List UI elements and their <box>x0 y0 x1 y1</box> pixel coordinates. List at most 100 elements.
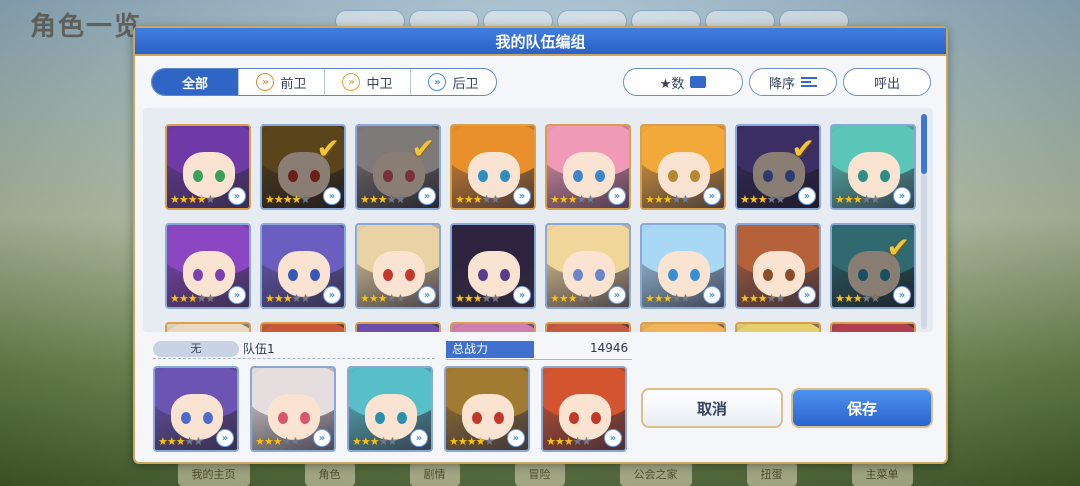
team-member-slot[interactable]: ★★★★★ » <box>541 366 627 452</box>
portrait-eye <box>405 269 415 281</box>
tab-front[interactable]: » 前卫 <box>238 69 324 95</box>
portrait-face <box>559 394 611 440</box>
star-rating: ★★★★★ <box>170 193 215 206</box>
roster-character-card[interactable]: ★★★★★ » <box>735 223 821 309</box>
portrait-hair <box>357 324 439 332</box>
portrait-eye <box>288 170 298 182</box>
portrait-face <box>563 251 615 297</box>
portrait-face <box>563 152 615 198</box>
roster-character-card[interactable]: ★★★★★ » <box>165 223 251 309</box>
roster-character-card[interactable] <box>735 322 821 332</box>
character-roster-grid: ★★★★★» ★★★★★» ✔ ★★★★★» ✔ ★★★★★» ★★★★★» ★★★★★» ★★… <box>165 124 921 332</box>
portrait-eye <box>690 269 700 281</box>
portrait-eye <box>785 170 795 182</box>
roster-character-card[interactable]: ★★★★★ » <box>640 124 726 210</box>
star-rating: ★★★★★ <box>265 193 310 206</box>
portrait-eye <box>690 170 700 182</box>
roster-character-card[interactable]: ★★★★★ » <box>830 124 916 210</box>
roster-character-card[interactable]: ★★★★★ » <box>640 223 726 309</box>
roster-character-card[interactable]: ★★★★★ » <box>450 223 536 309</box>
portrait-face <box>658 251 710 297</box>
tab-back[interactable]: » 后卫 <box>410 69 496 95</box>
divider <box>446 359 632 360</box>
role-icon: » <box>313 429 331 447</box>
team-member-slot[interactable]: ★★★★★ » <box>444 366 530 452</box>
bottom-nav-item-home: 我的主页 <box>177 462 250 486</box>
roster-character-card[interactable]: ★★★★★ » <box>545 223 631 309</box>
call-team-label: 呼出 <box>873 76 900 92</box>
portrait-face <box>753 251 805 297</box>
star-rating: ★★★★★ <box>645 292 690 305</box>
roster-character-card[interactable] <box>355 322 441 332</box>
role-icon: » <box>893 286 911 304</box>
sort-by-star-label: ★数 <box>659 76 685 92</box>
cancel-button[interactable]: 取消 <box>641 388 783 428</box>
role-icon: » <box>893 187 911 205</box>
front-role-icon: » <box>256 73 275 91</box>
roster-character-card[interactable]: ★★★★★ » <box>355 223 441 309</box>
roster-character-card[interactable] <box>640 322 726 332</box>
roster-character-card[interactable]: ★★★★★ » ✔ <box>355 124 441 210</box>
portrait-eye <box>472 412 482 424</box>
role-icon: » <box>410 429 428 447</box>
portrait-eye <box>668 170 678 182</box>
roster-character-card[interactable]: ★★★★★ » <box>260 223 346 309</box>
total-power-label: 总战力 <box>446 341 534 358</box>
portrait-eye <box>494 412 504 424</box>
role-icon: » <box>513 187 531 205</box>
star-rating: ★★★★★ <box>158 435 203 448</box>
character-portrait <box>452 324 534 332</box>
portrait-eye <box>573 269 583 281</box>
team-member-slot[interactable]: ★★★★★ » <box>153 366 239 452</box>
portrait-hair <box>262 324 344 332</box>
portrait-face <box>462 394 514 440</box>
star-rating: ★★★★★ <box>740 292 785 305</box>
role-filter-tabs: 全部 » 前卫 » 中卫 » 后卫 <box>151 68 497 96</box>
portrait-eye <box>278 412 288 424</box>
roster-character-card[interactable]: ★★★★★ » ✔ <box>260 124 346 210</box>
roster-character-card[interactable] <box>260 322 346 332</box>
team-member-slot[interactable]: ★★★★★ » <box>347 366 433 452</box>
roster-scroll-thumb[interactable] <box>921 114 927 174</box>
team-members-row: ★★★★★ » ★★★★★ » ★★★★★ » ★★★★★ » ★★★★★ » <box>153 366 627 452</box>
star-rating: ★★★★★ <box>835 292 880 305</box>
character-portrait <box>167 324 249 332</box>
star-rating: ★★★★★ <box>835 193 880 206</box>
tab-all[interactable]: 全部 <box>152 69 238 95</box>
role-icon: » <box>513 286 531 304</box>
sort-by-star-button[interactable]: ★数 <box>623 68 743 96</box>
portrait-face <box>373 251 425 297</box>
background-page-title: 角色一览 <box>30 12 143 42</box>
roster-character-card[interactable]: ★★★★★ » <box>545 124 631 210</box>
star-rating: ★★★★★ <box>455 193 500 206</box>
portrait-eye <box>858 170 868 182</box>
tab-label: 中卫 <box>366 76 393 92</box>
roster-character-card[interactable] <box>450 322 536 332</box>
team-member-slot[interactable]: ★★★★★ » <box>250 366 336 452</box>
portrait-eye <box>383 269 393 281</box>
call-team-button[interactable]: 呼出 <box>843 68 931 96</box>
roster-character-card[interactable] <box>165 322 251 332</box>
selected-check-icon: ✔ <box>791 132 815 165</box>
character-portrait <box>832 324 914 332</box>
bottom-nav-item-gacha: 扭蛋 <box>746 462 797 486</box>
roster-character-card[interactable] <box>830 322 916 332</box>
portrait-face <box>365 394 417 440</box>
role-icon: » <box>418 187 436 205</box>
divider <box>153 358 435 359</box>
roster-character-card[interactable]: ★★★★★ » ✔ <box>830 223 916 309</box>
save-button[interactable]: 保存 <box>791 388 933 428</box>
role-icon: » <box>798 286 816 304</box>
roster-character-card[interactable]: ★★★★★ » ✔ <box>735 124 821 210</box>
character-portrait <box>262 324 344 332</box>
portrait-face <box>848 152 900 198</box>
portrait-face <box>468 152 520 198</box>
roster-character-card[interactable]: ★★★★★ » <box>450 124 536 210</box>
roster-character-card[interactable] <box>545 322 631 332</box>
sort-order-button[interactable]: 降序 <box>749 68 837 96</box>
role-icon: » <box>228 286 246 304</box>
roster-character-card[interactable]: ★★★★★ » <box>165 124 251 210</box>
dialog-title: 我的队伍编组 <box>135 28 946 56</box>
bottom-nav-item-characters: 角色 <box>304 462 355 486</box>
tab-middle[interactable]: » 中卫 <box>324 69 410 95</box>
